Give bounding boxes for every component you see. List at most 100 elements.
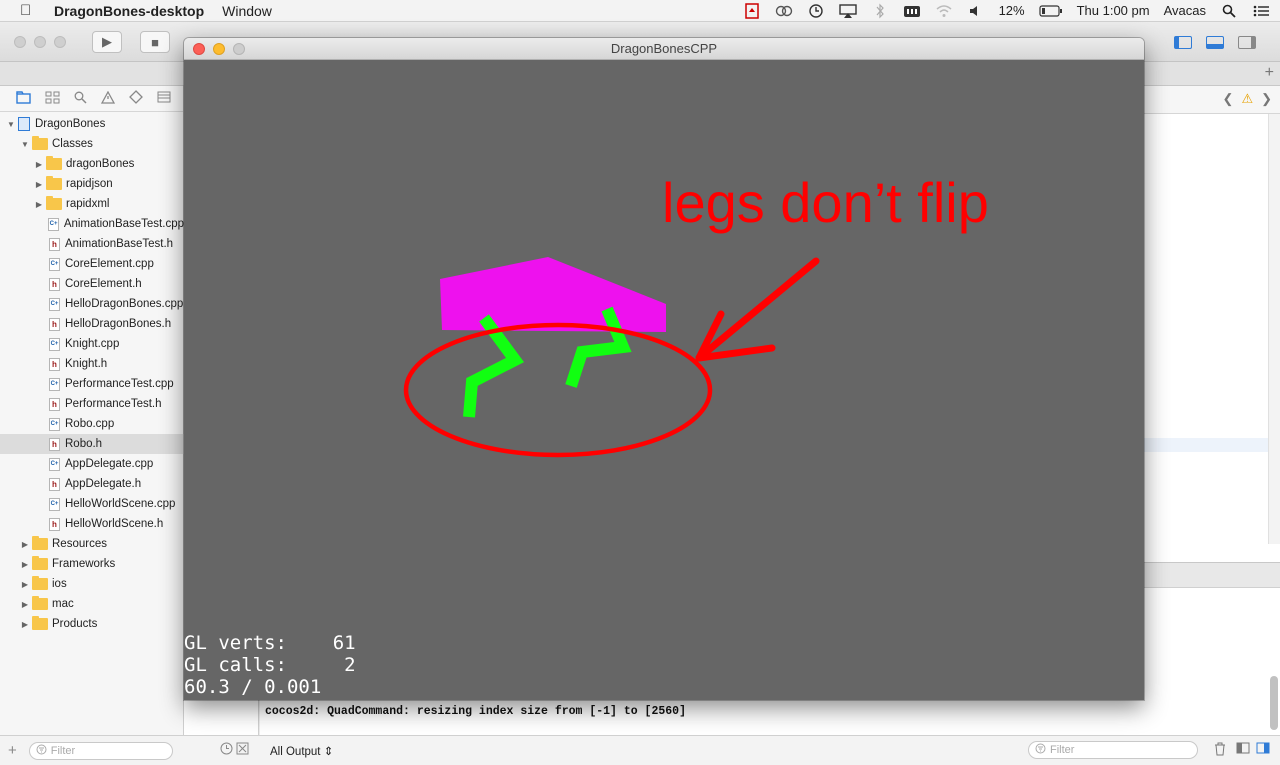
simulator-title: DragonBonesCPP bbox=[610, 41, 718, 56]
tree-item[interactable]: C+ HelloWorldScene.cpp bbox=[0, 494, 184, 514]
tree-item[interactable]: h HelloDragonBones.h bbox=[0, 314, 184, 334]
symbol-navigator-icon[interactable] bbox=[45, 91, 60, 107]
tree-item[interactable]: h AnimationBaseTest.h bbox=[0, 234, 184, 254]
app-menu[interactable]: DragonBones-desktop bbox=[54, 3, 204, 19]
tree-item[interactable]: ▶ rapidjson bbox=[0, 174, 184, 194]
toggle-debug-area-icon[interactable] bbox=[1200, 31, 1230, 53]
disclosure-expanded-icon[interactable]: ▼ bbox=[20, 140, 30, 149]
run-button[interactable]: ▶ bbox=[92, 31, 122, 53]
disclosure-collapsed-icon[interactable]: ▶ bbox=[20, 540, 30, 549]
volume-icon[interactable] bbox=[967, 3, 985, 19]
xcode-zoom-button[interactable] bbox=[54, 36, 66, 48]
time-machine-icon[interactable] bbox=[807, 3, 825, 19]
clear-filter-icon[interactable] bbox=[236, 742, 249, 758]
window-menu[interactable]: Window bbox=[222, 3, 272, 19]
tree-item-label: HelloWorldScene.cpp bbox=[65, 498, 176, 510]
tree-item[interactable]: ▶ ios bbox=[0, 574, 184, 594]
disclosure-collapsed-icon[interactable]: ▶ bbox=[20, 560, 30, 569]
disclosure-expanded-icon[interactable]: ▼ bbox=[6, 120, 16, 129]
tree-item[interactable]: h PerformanceTest.h bbox=[0, 394, 184, 414]
tree-item[interactable]: ▶ Resources bbox=[0, 534, 184, 554]
header-file-icon: h bbox=[49, 317, 60, 331]
show-console-icon[interactable] bbox=[1256, 742, 1270, 757]
tree-item[interactable]: C+ Robo.cpp bbox=[0, 414, 184, 434]
wifi-icon[interactable] bbox=[935, 3, 953, 19]
disclosure-collapsed-icon[interactable]: ▶ bbox=[20, 580, 30, 589]
disclosure-collapsed-icon[interactable]: ▶ bbox=[34, 200, 44, 209]
tree-item-label: mac bbox=[52, 598, 74, 610]
tree-item[interactable]: C+ CoreElement.cpp bbox=[0, 254, 184, 274]
tree-item-label: Resources bbox=[52, 538, 107, 550]
trash-icon[interactable] bbox=[1214, 742, 1226, 759]
folder-icon bbox=[32, 136, 48, 150]
navigator-filter-field[interactable]: Filter bbox=[28, 741, 173, 760]
show-variables-icon[interactable] bbox=[1236, 742, 1250, 757]
tree-item[interactable]: ▶ mac bbox=[0, 594, 184, 614]
disclosure-collapsed-icon[interactable]: ▶ bbox=[34, 160, 44, 169]
new-tab-icon[interactable]: + bbox=[1265, 64, 1274, 82]
tree-item[interactable]: h Knight.h bbox=[0, 354, 184, 374]
spotlight-search-icon[interactable] bbox=[1220, 3, 1238, 19]
notification-center-icon[interactable] bbox=[1252, 3, 1270, 19]
battery-icon[interactable] bbox=[1038, 3, 1063, 19]
xcode-minimize-button[interactable] bbox=[34, 36, 46, 48]
bluetooth-icon[interactable] bbox=[871, 3, 889, 19]
output-selector[interactable]: All Output ⇕ bbox=[270, 744, 333, 758]
airplay-icon[interactable] bbox=[838, 3, 857, 19]
tree-item[interactable]: ▶ Products bbox=[0, 614, 184, 634]
find-navigator-icon[interactable] bbox=[74, 91, 87, 107]
tree-item[interactable]: ▼ DragonBones bbox=[0, 114, 184, 134]
add-file-icon[interactable]: + bbox=[8, 742, 17, 759]
cpp-file-icon: C+ bbox=[49, 497, 60, 511]
chevron-left-icon[interactable]: ❮ bbox=[1223, 91, 1234, 107]
console-filter-field[interactable]: Filter bbox=[1028, 741, 1198, 759]
xcode-close-button[interactable] bbox=[14, 36, 26, 48]
sim-zoom-button[interactable] bbox=[233, 43, 245, 55]
report-navigator-icon[interactable] bbox=[157, 91, 171, 106]
stop-button[interactable]: ■ bbox=[140, 31, 170, 53]
tree-item[interactable]: C+ PerformanceTest.cpp bbox=[0, 374, 184, 394]
tree-item[interactable]: ▶ dragonBones bbox=[0, 154, 184, 174]
tree-item[interactable]: h HelloWorldScene.h bbox=[0, 514, 184, 534]
clock-icon[interactable] bbox=[220, 742, 233, 758]
tree-item[interactable]: C+ Knight.cpp bbox=[0, 334, 184, 354]
chevron-right-icon[interactable]: ❯ bbox=[1261, 91, 1272, 107]
battery-percent: 12% bbox=[998, 3, 1025, 18]
menu-clock[interactable]: Thu 1:00 pm bbox=[1077, 3, 1150, 18]
game-canvas[interactable]: legs don’t flip GL verts: 61 GL calls: 2… bbox=[184, 60, 1144, 700]
tree-item[interactable]: C+ AppDelegate.cpp bbox=[0, 454, 184, 474]
tree-item[interactable]: h Robo.h bbox=[0, 434, 184, 454]
gl-verts-value: 61 bbox=[332, 632, 356, 654]
status-app-icon[interactable] bbox=[743, 2, 761, 19]
tree-item[interactable]: C+ AnimationBaseTest.cpp bbox=[0, 214, 184, 234]
disclosure-collapsed-icon[interactable]: ▶ bbox=[20, 600, 30, 609]
warning-icon[interactable]: ⚠ bbox=[1241, 91, 1253, 107]
issue-navigator-icon[interactable] bbox=[100, 90, 116, 107]
sim-minimize-button[interactable] bbox=[213, 43, 225, 55]
user-menu[interactable]: Avacas bbox=[1164, 3, 1206, 18]
apple-menu-icon[interactable]:  bbox=[20, 2, 38, 19]
creative-cloud-icon[interactable] bbox=[775, 3, 793, 19]
folder-icon bbox=[32, 556, 48, 570]
navigator-filter-bar: + Filter bbox=[0, 735, 184, 765]
tree-item[interactable]: h CoreElement.h bbox=[0, 274, 184, 294]
gl-stats-overlay: GL verts: 61 GL calls: 2 60.3 / 0.001 bbox=[184, 632, 356, 698]
sim-close-button[interactable] bbox=[193, 43, 205, 55]
editor-scroll-gutter[interactable] bbox=[1268, 114, 1280, 544]
tree-item[interactable]: ▶ Frameworks bbox=[0, 554, 184, 574]
disclosure-collapsed-icon[interactable]: ▶ bbox=[20, 620, 30, 629]
disclosure-collapsed-icon[interactable]: ▶ bbox=[34, 180, 44, 189]
filter-icon bbox=[36, 744, 47, 758]
test-navigator-icon[interactable] bbox=[129, 90, 143, 107]
folder-icon bbox=[46, 176, 62, 190]
tree-item[interactable]: ▶ rapidxml bbox=[0, 194, 184, 214]
toggle-utilities-icon[interactable] bbox=[1232, 31, 1262, 53]
tree-item[interactable]: ▼ Classes bbox=[0, 134, 184, 154]
toggle-navigator-icon[interactable] bbox=[1168, 31, 1198, 53]
tree-item[interactable]: h AppDelegate.h bbox=[0, 474, 184, 494]
navigator-selector-bar bbox=[0, 86, 183, 112]
console-scrollbar[interactable] bbox=[1270, 676, 1278, 730]
tree-item[interactable]: C+ HelloDragonBones.cpp bbox=[0, 294, 184, 314]
keyboard-icon[interactable] bbox=[903, 3, 921, 19]
project-navigator-folder-icon[interactable] bbox=[16, 90, 31, 107]
